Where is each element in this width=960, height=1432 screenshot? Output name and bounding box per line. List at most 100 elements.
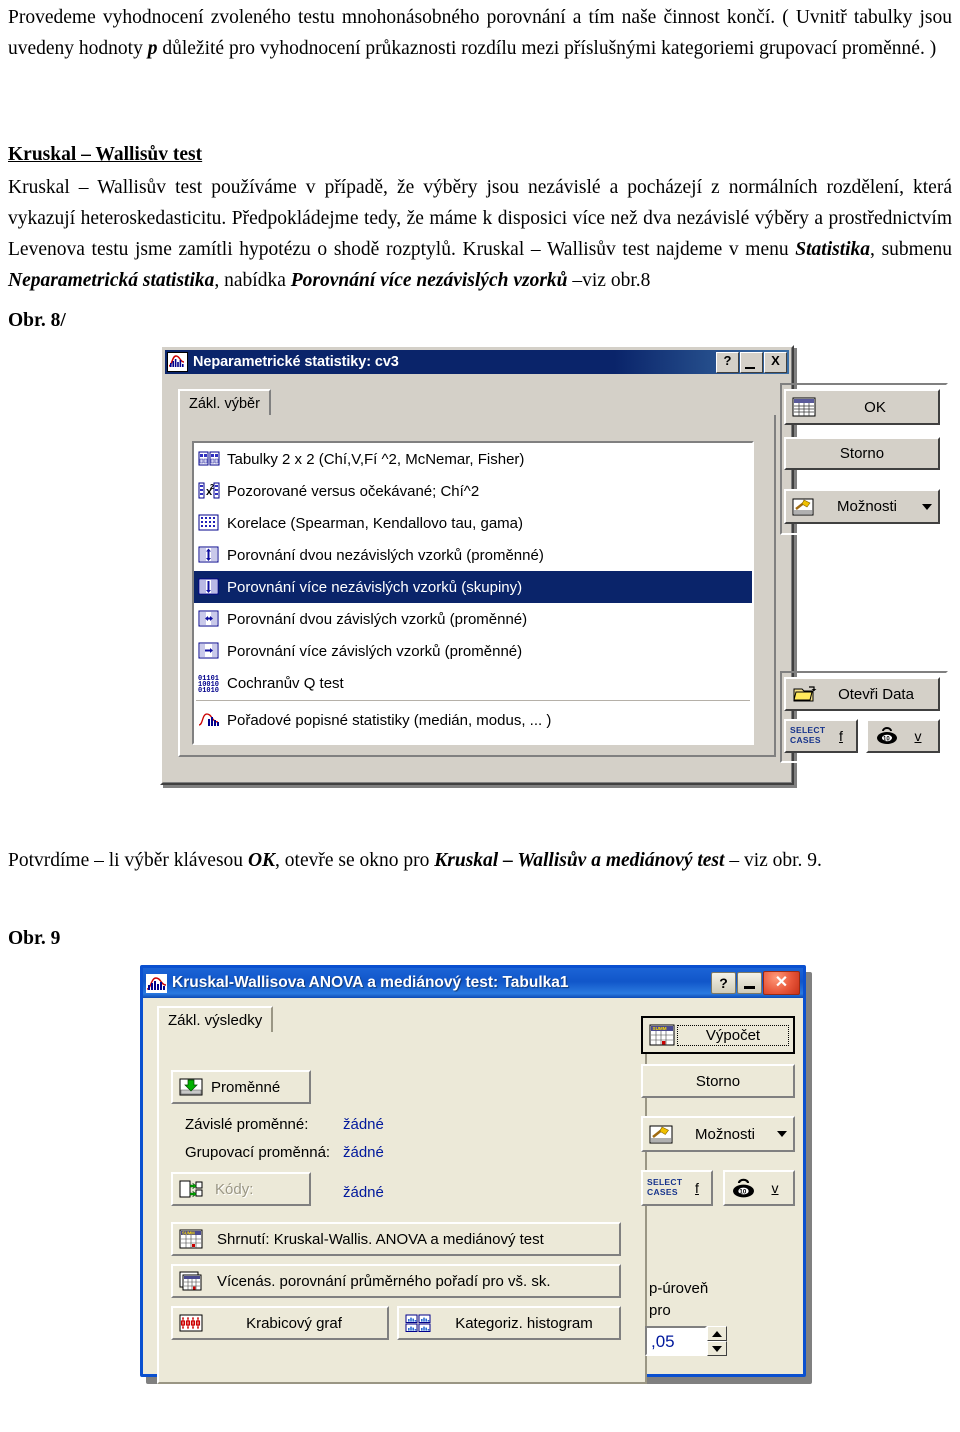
dependent-variables-value: žádné (343, 1116, 384, 1133)
cancel-button[interactable]: Storno (641, 1064, 795, 1098)
cat-histogram-icon (405, 1313, 431, 1333)
analysis-list[interactable]: Tabulky 2 x 2 (Chí,V,Fí ^2, McNemar, Fis… (192, 441, 754, 745)
codes-arrow-icon (179, 1179, 203, 1199)
list-item[interactable]: Porovnání více závislých vzorků (proměnn… (194, 635, 752, 667)
list-item-selected[interactable]: Porovnání více nezávislých vzorků (skupi… (194, 571, 752, 603)
dialog-body: Zákl. výsledky Proměnné Závislé proměnné… (143, 998, 803, 1384)
cat-histogram-button-label: Kategoriz. histogram (455, 1314, 593, 1332)
paragraph-intro: Provedeme vyhodnocení zvoleného testu mn… (8, 2, 952, 64)
list-item[interactable]: Korelace (Spearman, Kendallovo tau, gama… (194, 507, 752, 539)
compute-button[interactable]: SUMM Výpočet (641, 1016, 795, 1054)
list-item-label: Porovnání více nezávislých vzorků (skupi… (227, 578, 523, 596)
codes-button[interactable]: Kódy: (171, 1172, 311, 1206)
cat-histogram-button[interactable]: Kategoriz. histogram (397, 1306, 621, 1340)
summary-table-icon: SUMM (649, 1024, 675, 1046)
help-button[interactable]: ? (716, 351, 739, 373)
p-level-input[interactable]: ,05 (645, 1326, 707, 1356)
minimize-button[interactable] (740, 351, 763, 373)
two-independent-samples-icon (198, 545, 220, 565)
correlation-grid-icon (198, 513, 220, 533)
list-item[interactable]: 01101 10010 01010 Cochranův Q test (194, 667, 752, 699)
help-button[interactable]: ? (711, 972, 736, 994)
select-cases-icon: SELECT CASES (647, 1177, 687, 1199)
list-item[interactable]: Pořadové popisné statistiky (medián, mod… (194, 704, 752, 736)
boxplot-button[interactable]: Krabicový graf (171, 1306, 389, 1340)
paragraph-2: Kruskal – Wallisův test používáme v příp… (8, 172, 952, 296)
compute-button-label: Výpočet (677, 1024, 789, 1046)
section-heading: Kruskal – Wallisův test (8, 144, 203, 165)
list-item-label: Porovnání více závislých vzorků (proměnn… (227, 642, 523, 660)
options-button-label: Možnosti (694, 1125, 756, 1143)
list-item-label: Pozorované versus očekávané; Chí^2 (227, 482, 480, 500)
list-item[interactable]: x 2 Pozorované versus očekávané; Chí^2 (194, 475, 752, 507)
list-item-label: Korelace (Spearman, Kendallovo tau, gama… (227, 514, 524, 532)
boxplot-button-label: Krabicový graf (246, 1314, 342, 1332)
list-item[interactable]: Porovnání dvou nezávislých vzorků (promě… (194, 539, 752, 571)
tab-zakl-vyber[interactable]: Zákl. výběr (178, 389, 271, 418)
svg-text:SUMM: SUMM (653, 1026, 667, 1031)
test-name-kruskal: Kruskal – Wallisův a mediánový test (434, 850, 725, 871)
list-item-label: Pořadové popisné statistiky (medián, mod… (227, 711, 552, 729)
spinner-buttons[interactable] (707, 1326, 727, 1356)
close-button[interactable]: ✕ (763, 971, 800, 995)
chevron-down-icon (777, 1131, 787, 1137)
list-separator (196, 700, 750, 703)
hammer-icon (649, 1124, 673, 1145)
svg-text:01010: 01010 (198, 687, 219, 693)
grouping-variable-label: Grupovací proměnná: (185, 1144, 331, 1161)
variables-arrow-icon (179, 1077, 203, 1097)
two-by-two-table-icon (198, 449, 220, 469)
weight-icon: 10 (729, 1178, 757, 1199)
titlebar[interactable]: Kruskal-Wallisova ANOVA a mediánový test… (143, 968, 803, 998)
paragraph-3-part-c: – viz obr. 9. (724, 850, 822, 871)
tabstrip: Zákl. výsledky (157, 1006, 643, 1035)
nonparametric-statistics-dialog: Neparametrické statistiky: cv3 ? X Zákl.… (160, 345, 948, 785)
weight-button-label: v (771, 1180, 779, 1196)
select-cases-button[interactable]: SELECT CASES f (641, 1170, 713, 1206)
multiple-comparison-button-label: Vícenás. porovnání průměrného pořadí pro… (217, 1272, 551, 1290)
boxplot-icon (179, 1313, 203, 1333)
codes-button-label: Kódy: (215, 1180, 254, 1198)
statistics-chart-icon (167, 352, 188, 372)
chi-square-icon: x 2 (198, 481, 220, 501)
paragraph-2-part-b: , submenu (870, 239, 952, 260)
cancel-button-label: Storno (695, 1072, 741, 1090)
summary-table-icon: SUMM (179, 1229, 203, 1249)
list-item-label: Porovnání dvou závislých vzorků (proměnn… (227, 610, 528, 628)
multi-dependent-samples-icon (198, 641, 220, 661)
menu-item-porovnani: Porovnání více nezávislých vzorků (290, 270, 568, 291)
summary-button[interactable]: SUMM Shrnutí: Kruskal-Wallis. ANOVA a me… (171, 1222, 621, 1256)
menu-name-statistika: Statistika (795, 239, 871, 260)
p-level-label-line2: pro (649, 1302, 671, 1319)
options-button[interactable]: Možnosti (641, 1116, 795, 1152)
list-item[interactable]: Porovnání dvou závislých vzorků (proměnn… (194, 603, 752, 635)
paragraph-3: Potvrdíme – li výběr klávesou OK, otevře… (8, 845, 952, 876)
paragraph-2-part-c: , nabídka (214, 270, 291, 291)
minimize-button[interactable] (737, 972, 762, 994)
weight-button[interactable]: 10 v (723, 1170, 795, 1206)
svg-text:2: 2 (210, 484, 214, 491)
paragraph-1-continued: důležité pro vyhodnocení průkaznosti roz… (157, 38, 937, 59)
spinner-up-icon[interactable] (707, 1326, 727, 1341)
list-item-label: Cochranův Q test (227, 674, 344, 692)
tabstrip: Zákl. výběr (178, 389, 772, 418)
spinner-down-icon[interactable] (707, 1341, 727, 1356)
p-level-label-line1: p-úroveň (649, 1280, 709, 1297)
primary-actions-group (780, 383, 948, 535)
data-actions-group (780, 671, 948, 763)
multiple-comparison-button[interactable]: Vícenás. porovnání průměrného pořadí pro… (171, 1264, 621, 1298)
titlebar[interactable]: Neparametrické statistiky: cv3 ? X (165, 350, 789, 374)
tab-zakl-vysledky[interactable]: Zákl. výsledky (157, 1006, 274, 1035)
list-item[interactable]: Tabulky 2 x 2 (Chí,V,Fí ^2, McNemar, Fis… (194, 443, 752, 475)
svg-text:10: 10 (739, 1188, 746, 1195)
key-ok: OK (247, 850, 276, 871)
multi-independent-samples-icon (198, 577, 220, 597)
close-button[interactable]: X (764, 351, 787, 373)
figure-8-label: Obr. 8/ (8, 310, 66, 331)
select-cases-accel: f (695, 1180, 699, 1196)
p-level-stepper[interactable]: ,05 (645, 1326, 727, 1356)
paragraph-3-part-b: , otevře se okno pro (275, 850, 435, 871)
dialog-title: Neparametrické statistiky: cv3 (193, 354, 399, 370)
variables-button[interactable]: Proměnné (171, 1070, 311, 1104)
statistics-chart-icon (146, 973, 167, 993)
